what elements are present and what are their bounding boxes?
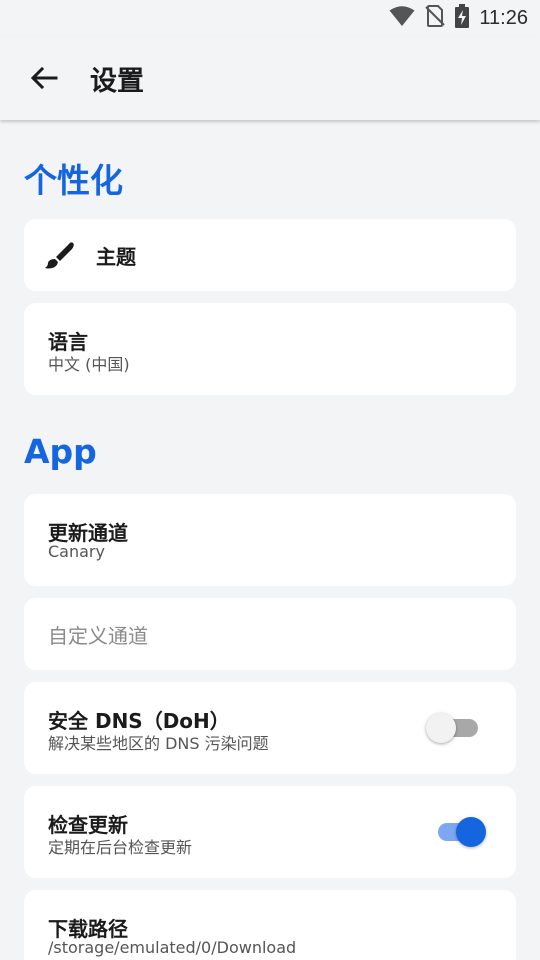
switch-thumb bbox=[456, 817, 486, 847]
language-setting[interactable]: 语言 中文 (中国) bbox=[24, 303, 516, 395]
settings-list[interactable]: 个性化 主题 语言 中文 (中国) App 更新通道 Canary 自定义通道 … bbox=[0, 120, 540, 960]
check-updates-switch[interactable] bbox=[436, 816, 486, 848]
brush-icon bbox=[44, 241, 76, 275]
custom-channel-setting: 自定义通道 bbox=[24, 598, 516, 670]
update-channel-value: Canary bbox=[48, 542, 105, 561]
battery-charging-icon bbox=[455, 4, 470, 32]
section-title-personalization: 个性化 bbox=[24, 161, 123, 200]
section-title-app: App bbox=[24, 432, 97, 471]
download-path-value: /storage/emulated/0/Download bbox=[48, 938, 297, 957]
theme-label: 主题 bbox=[96, 245, 136, 269]
status-time: 11:26 bbox=[479, 6, 528, 29]
switch-thumb bbox=[426, 713, 456, 743]
wifi-icon bbox=[389, 5, 415, 31]
secure-dns-switch[interactable] bbox=[426, 712, 486, 744]
app-bar: 设置 bbox=[0, 36, 540, 120]
arrow-back-icon bbox=[30, 66, 58, 90]
update-channel-setting[interactable]: 更新通道 Canary bbox=[24, 494, 516, 586]
check-updates-description: 定期在后台检查更新 bbox=[48, 838, 193, 857]
language-value: 中文 (中国) bbox=[48, 355, 130, 374]
check-updates-setting[interactable]: 检查更新 定期在后台检查更新 bbox=[24, 786, 516, 878]
theme-setting[interactable]: 主题 bbox=[24, 219, 516, 291]
custom-channel-label: 自定义通道 bbox=[48, 624, 148, 648]
no-sim-icon bbox=[425, 5, 446, 31]
secure-dns-setting[interactable]: 安全 DNS（DoH） 解决某些地区的 DNS 污染问题 bbox=[24, 682, 516, 774]
back-button[interactable] bbox=[24, 58, 64, 98]
download-path-setting[interactable]: 下载路径 /storage/emulated/0/Download bbox=[24, 890, 516, 960]
page-title: 设置 bbox=[90, 65, 144, 97]
secure-dns-description: 解决某些地区的 DNS 污染问题 bbox=[48, 734, 269, 753]
status-bar: 11:26 bbox=[0, 0, 540, 36]
